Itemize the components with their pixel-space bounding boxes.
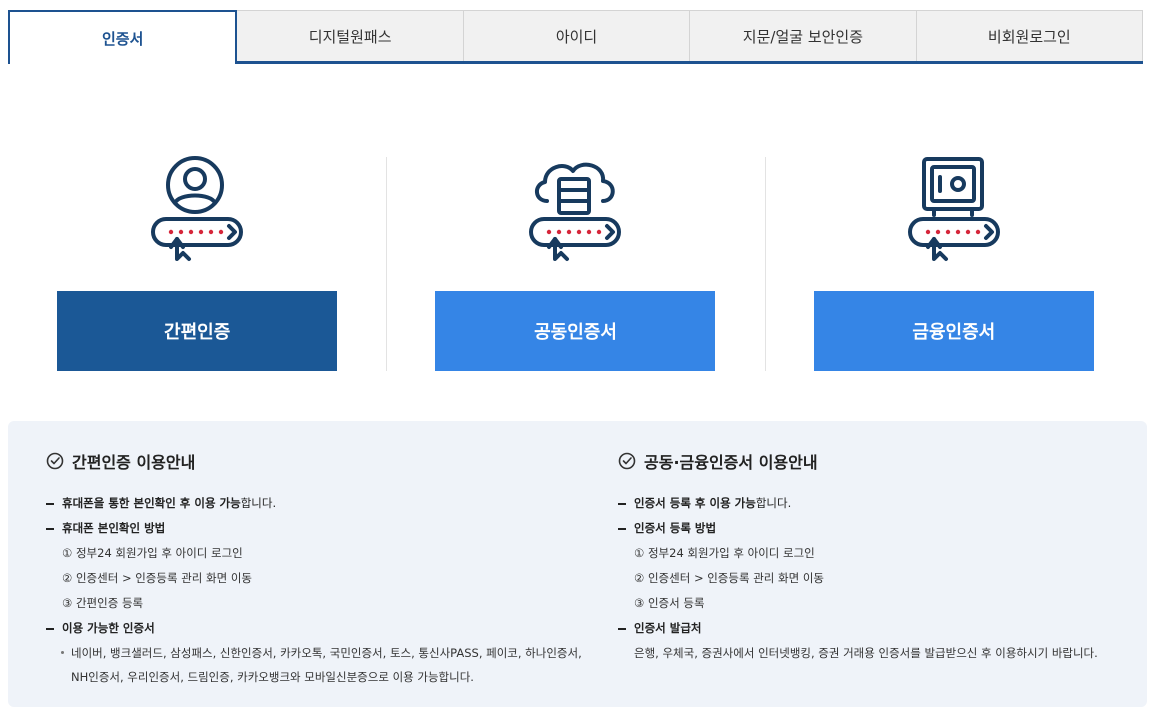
guide-line-bold: 인증서 등록 후 이용 가능	[634, 496, 756, 510]
issuer-text: 은행, 우체국, 증권사에서 인터넷뱅킹, 증권 거래용 인증서를 발급받으신 …	[634, 646, 1098, 660]
method-title: 휴대폰 본인확인 방법	[62, 521, 166, 535]
simple-auth-button[interactable]: 간편인증	[57, 291, 338, 371]
guide-title-text: 간편인증 이용안내	[72, 453, 196, 472]
tab-id[interactable]: 아이디	[463, 10, 691, 61]
joint-certificate-button[interactable]: 공동인증서	[435, 291, 716, 371]
option-simple-auth: 간편인증	[8, 155, 386, 371]
financial-certificate-button[interactable]: 금융인증서	[813, 291, 1094, 371]
cloud-server-icon	[529, 162, 622, 261]
guide-line-rest: 합니다.	[240, 496, 277, 510]
usage-guide-panel: 간편인증 이용안내 휴대폰을 통한 본인확인 후 이용 가능합니다. 휴대폰 본…	[8, 421, 1147, 707]
certificate-guide-title: 공동·금융인증서 이용안내	[618, 449, 1128, 473]
certificate-guide: 공동·금융인증서 이용안내 인증서 등록 후 이용 가능합니다. 인증서 등록 …	[618, 449, 1128, 666]
issuer-title: 인증서 발급처	[634, 621, 702, 635]
list-item: 휴대폰을 통한 본인확인 후 이용 가능합니다.	[46, 491, 606, 516]
simple-auth-guide: 간편인증 이용안내 휴대폰을 통한 본인확인 후 이용 가능합니다. 휴대폰 본…	[46, 449, 606, 689]
step-item: ① 정부24 회원가입 후 아이디 로그인	[634, 546, 815, 560]
user-badge-icon	[151, 156, 244, 261]
tab-digital-onepass[interactable]: 디지털원패스	[237, 10, 464, 61]
available-certificates-text: 네이버, 뱅크샐러드, 삼성패스, 신한인증서, 카카오톡, 국민인증서, 토스…	[46, 641, 591, 689]
guide-line-bold: 휴대폰을 통한 본인확인 후 이용 가능	[62, 496, 241, 510]
tab-biometric[interactable]: 지문/얼굴 보안인증	[690, 10, 917, 61]
list-item: 인증서 등록 방법	[618, 516, 1128, 541]
check-circle-icon	[46, 452, 64, 470]
auth-options: 간편인증 공동인증서 금융인증서	[8, 155, 1143, 371]
step-item: ② 인증센터 > 인증등록 관리 화면 이동	[62, 571, 252, 585]
list-item: 인증서 등록 후 이용 가능합니다.	[618, 491, 1128, 516]
check-circle-icon	[618, 452, 636, 470]
list-item: 인증서 발급처	[618, 616, 1128, 641]
step-item: ③ 간편인증 등록	[62, 596, 144, 610]
option-joint-certificate: 공동인증서	[386, 155, 764, 371]
step-item: ① 정부24 회원가입 후 아이디 로그인	[62, 546, 243, 560]
guide-title-text: 공동·금융인증서 이용안내	[644, 453, 818, 472]
tab-non-member[interactable]: 비회원로그인	[916, 10, 1144, 61]
simple-auth-guide-title: 간편인증 이용안내	[46, 449, 606, 473]
guide-line-rest: 합니다.	[755, 496, 792, 510]
list-item: 휴대폰 본인확인 방법	[46, 516, 606, 541]
safe-icon	[907, 157, 1000, 261]
login-method-tabs: 인증서 디지털원패스 아이디 지문/얼굴 보안인증 비회원로그인	[8, 10, 1144, 64]
step-item: ③ 인증서 등록	[634, 596, 705, 610]
available-title: 이용 가능한 인증서	[62, 621, 155, 635]
step-item: ② 인증센터 > 인증등록 관리 화면 이동	[634, 571, 824, 585]
tab-certificate[interactable]: 인증서	[8, 10, 238, 64]
method-title: 인증서 등록 방법	[634, 521, 717, 535]
option-financial-certificate: 금융인증서	[764, 155, 1143, 371]
list-item: 이용 가능한 인증서	[46, 616, 606, 641]
